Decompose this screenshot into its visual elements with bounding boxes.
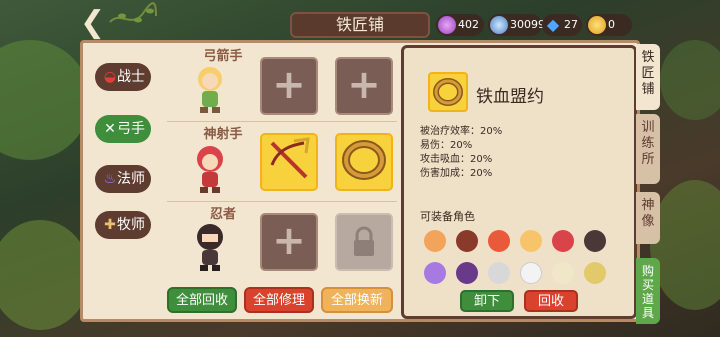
item-stat: 易伤：20%	[420, 140, 473, 151]
tab-statue[interactable]: 神 像	[636, 192, 660, 244]
item-name: 铁血盟约	[476, 87, 544, 107]
background-foliage	[0, 220, 90, 330]
currency-purple: 402	[436, 14, 484, 36]
purple-orb-icon	[438, 16, 456, 34]
hero-face-icon	[552, 230, 574, 252]
category-label: 法师	[117, 171, 145, 187]
ring-icon	[342, 140, 386, 180]
divider	[167, 121, 397, 122]
equipment-slot-locked	[335, 213, 393, 271]
flame-icon: ♨	[103, 171, 117, 187]
category-label: 战士	[117, 69, 145, 85]
currency-diamond: ◆ 27	[542, 14, 582, 36]
hero-face-icon	[520, 262, 542, 284]
plus-icon: +	[272, 218, 306, 264]
category-mage-button[interactable]: ♨ 法师	[95, 165, 151, 193]
hero-face-icon	[584, 262, 606, 284]
category-priest-button[interactable]: ✚ 牧师	[95, 211, 151, 239]
tab-buy-items[interactable]: 购 买 道 具	[636, 258, 660, 324]
currency-value: 27	[564, 18, 578, 31]
equipment-slot-crossbow[interactable]	[260, 133, 318, 191]
hero-face-icon	[456, 230, 478, 252]
background-foliage	[0, 40, 90, 160]
tab-training[interactable]: 训 练 所	[636, 114, 660, 184]
vine-decoration-icon	[109, 2, 157, 23]
item-stat: 攻击吸血：20%	[420, 154, 493, 165]
item-stat: 被治疗效率：20%	[420, 126, 503, 137]
unequip-button[interactable]: 卸下	[460, 290, 514, 312]
ninja-hero-portrait	[197, 224, 223, 271]
category-archer-button[interactable]: ✕ 弓手	[95, 115, 151, 143]
hero-face-icon	[424, 262, 446, 284]
hero-face-icon	[424, 230, 446, 252]
equipment-slot-empty[interactable]: +	[335, 57, 393, 115]
helmet-icon: ◒	[103, 69, 117, 85]
item-detail-panel: 铁血盟约 被治疗效率：20% 易伤：20% 攻击吸血：20% 伤害加成：20% …	[401, 45, 637, 319]
currency-value: 0	[608, 18, 615, 31]
diamond-icon: ◆	[546, 15, 560, 34]
hero-face-icon	[520, 230, 542, 252]
archer-hero-portrait	[198, 67, 222, 113]
back-button[interactable]: ❮	[80, 8, 106, 38]
back-arrow-icon: ❮	[80, 5, 106, 40]
currency-value: 402	[458, 18, 479, 31]
category-label: 弓手	[117, 121, 145, 137]
equipment-slot-empty[interactable]: +	[260, 213, 318, 271]
hero-face-icon	[488, 262, 510, 284]
plus-icon: +	[272, 62, 306, 108]
crossbow-icon	[270, 137, 310, 179]
cross-icon: ✚	[104, 217, 116, 233]
page-title: 铁匠铺	[290, 12, 430, 38]
marksman-hero-portrait	[197, 146, 223, 193]
selected-item-thumb	[428, 72, 468, 112]
equipment-list: ◒ 战士 ✕ 弓手 ♨ 法师 ✚ 牧师 弓箭手 + + 神射手 忍者 + 全部回…	[83, 43, 401, 319]
hero-face-icon	[584, 230, 606, 252]
replace-all-button[interactable]: 全部换新	[321, 287, 393, 313]
repair-all-button[interactable]: 全部修理	[244, 287, 314, 313]
lock-icon	[354, 226, 374, 256]
ring-icon	[433, 78, 463, 106]
hero-face-icon	[552, 262, 574, 284]
item-stat: 伤害加成：20%	[420, 168, 493, 179]
background-foliage	[660, 40, 720, 120]
hero-face-icon	[488, 230, 510, 252]
hero-face-icon	[456, 262, 478, 284]
divider	[167, 201, 397, 202]
currency-wing: 30099	[488, 14, 545, 36]
background-foliage	[650, 180, 720, 310]
blue-wing-icon	[490, 16, 508, 34]
blacksmith-panel: ◒ 战士 ✕ 弓手 ♨ 法师 ✚ 牧师 弓箭手 + + 神射手 忍者 + 全部回…	[80, 40, 640, 322]
currency-gold: 0	[586, 14, 632, 36]
category-warrior-button[interactable]: ◒ 战士	[95, 63, 151, 91]
hero-name: 神射手	[203, 127, 243, 142]
equippable-heroes-title: 可装备角色	[420, 210, 475, 223]
category-label: 牧师	[117, 217, 145, 233]
equipment-slot-empty[interactable]: +	[260, 57, 318, 115]
recycle-all-button[interactable]: 全部回收	[167, 287, 237, 313]
tab-blacksmith[interactable]: 铁 匠 铺	[636, 44, 660, 110]
currency-value: 30099	[510, 18, 545, 31]
plus-icon: +	[347, 62, 381, 108]
gold-coin-icon	[588, 16, 606, 34]
equipment-slot-ring[interactable]	[335, 133, 393, 191]
recycle-button[interactable]: 回收	[524, 290, 578, 312]
bow-icon: ✕	[104, 121, 116, 137]
